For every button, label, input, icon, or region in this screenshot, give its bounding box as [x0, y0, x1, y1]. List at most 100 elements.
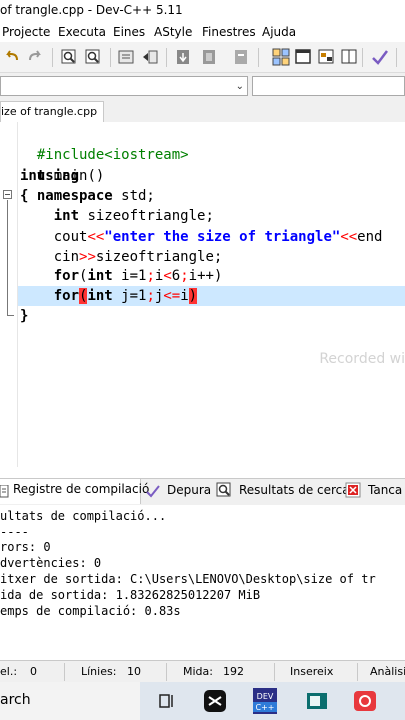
fold-line-end [7, 315, 14, 316]
recording-watermark: Recorded wi [319, 351, 405, 367]
output-line: itxer de sortida: C:\Users\LENOVO\Deskto… [0, 572, 376, 586]
status-separator [166, 663, 167, 681]
code-token: 6 [171, 268, 181, 284]
taskbar-search[interactable]: arch [0, 682, 140, 720]
check-icon[interactable] [371, 48, 389, 66]
status-size-value: 192 [223, 665, 244, 678]
status-separator [64, 663, 65, 681]
menu-bar: Projecte Executa Eines AStyle Finestres … [0, 22, 405, 42]
code-token: int [87, 288, 113, 304]
fold-line [7, 200, 8, 316]
code-token: ; [146, 268, 155, 284]
output-line: dvertències: 0 [0, 556, 102, 570]
toolbar-window-icon[interactable] [340, 48, 358, 66]
tab-search-results[interactable]: Resultats de cerca [239, 483, 350, 497]
tab-compile-log[interactable]: Registre de compilació [13, 482, 149, 496]
code-token: for [53, 288, 80, 304]
menu-eines[interactable]: Eines [113, 25, 145, 39]
code-token: ; [180, 268, 189, 284]
code-token: i= [112, 268, 139, 284]
editor-gutter [0, 122, 18, 467]
output-line: emps de compilació: 0.83s [0, 604, 181, 618]
bracket-match: ) [188, 288, 198, 304]
window-icon[interactable] [294, 48, 312, 66]
window-title: of trangle.cpp - Dev-C++ 5.11 [0, 3, 183, 17]
code-token: ) [213, 268, 223, 284]
code-token: int [20, 168, 46, 184]
tab-close[interactable]: Tanca [368, 483, 402, 497]
code-line-8: for(int i=1;i<6;i++) [20, 266, 223, 286]
code-token: >> [79, 249, 96, 265]
code-token: j= [112, 288, 139, 304]
menu-ajuda[interactable]: Ajuda [262, 25, 296, 39]
grid-icon[interactable] [272, 48, 290, 66]
toolbar-separator [110, 48, 111, 67]
replace-icon[interactable] [84, 48, 102, 66]
code-token: "enter the size of triangle" [104, 229, 341, 245]
capcut-icon[interactable] [200, 686, 230, 716]
code-token: } [20, 308, 29, 324]
goto-bookmark-icon[interactable] [200, 48, 218, 66]
devcpp-icon[interactable]: DEV C++ [250, 686, 280, 716]
code-token: < [163, 268, 172, 284]
code-token: cout [53, 229, 88, 245]
status-analysis: Anàlisi [370, 665, 405, 678]
compiler-select[interactable]: ⌄ [0, 76, 248, 96]
toolbar-separator [258, 48, 259, 67]
screen-recorder-icon[interactable] [350, 686, 380, 716]
output-line: ida de sortida: 1.83262825012207 MiB [0, 588, 261, 602]
search-results-icon [216, 482, 232, 498]
code-token: std; [112, 188, 155, 204]
task-view-icon[interactable] [152, 686, 182, 716]
function-select[interactable] [252, 76, 405, 96]
file-tab[interactable]: ize of trangle.cpp [0, 101, 104, 122]
code-token: i++ [188, 268, 214, 284]
status-sel-label: el.: [0, 665, 18, 678]
status-size-label: Mida: [183, 665, 213, 678]
chevron-down-icon[interactable]: ⌄ [236, 81, 244, 92]
bookmark-icon[interactable] [232, 48, 250, 66]
code-line-1: #include<iostream> [20, 125, 189, 163]
code-token: sizeoftriangle; [79, 208, 214, 224]
code-token: for [53, 268, 80, 284]
code-token: int [87, 268, 113, 284]
status-separator [274, 663, 275, 681]
status-lines-value: 10 [127, 665, 141, 678]
bookmark-toggle-icon[interactable] [174, 48, 192, 66]
status-separator [357, 663, 358, 681]
code-line-5: int sizeoftriangle; [20, 206, 214, 226]
menu-astyle[interactable]: AStyle [154, 25, 192, 39]
code-line-2: using namespace std; [20, 146, 155, 204]
fold-toggle-icon[interactable] [3, 190, 12, 199]
code-token: { [20, 188, 29, 204]
debug-check-icon [145, 483, 161, 499]
undo-icon[interactable] [3, 48, 21, 66]
code-token: int [53, 208, 80, 224]
code-token: end [357, 229, 383, 245]
class-browser-icon[interactable] [317, 48, 335, 66]
output-line: rors: 0 [0, 540, 51, 554]
code-line-7: cin>>sizeoftriangle; [20, 247, 223, 267]
close-panel-icon [345, 482, 361, 498]
output-line: ultats de compilació... [0, 509, 167, 523]
menu-finestres[interactable]: Finestres [202, 25, 256, 39]
unindent-icon[interactable] [141, 48, 159, 66]
code-token: sizeoftriangle; [95, 249, 223, 265]
code-line-4: { [20, 186, 28, 206]
code-token: main() [45, 168, 105, 184]
output-line: ---- [0, 525, 29, 539]
svg-text:DEV: DEV [257, 692, 274, 701]
menu-projecte[interactable]: Projecte [2, 25, 50, 39]
code-token: cin [53, 249, 80, 265]
tab-debug[interactable]: Depura [167, 483, 211, 497]
menu-executa[interactable]: Executa [58, 25, 106, 39]
indent-icon[interactable] [117, 48, 135, 66]
app-window-icon[interactable] [302, 686, 332, 716]
code-token: << [87, 229, 105, 245]
compile-log-icon [0, 484, 10, 498]
svg-text:C++: C++ [256, 703, 275, 712]
code-line-3: int main() [20, 166, 104, 186]
code-token: <= [163, 288, 181, 304]
find-icon[interactable] [60, 48, 78, 66]
redo-icon[interactable] [26, 48, 44, 66]
